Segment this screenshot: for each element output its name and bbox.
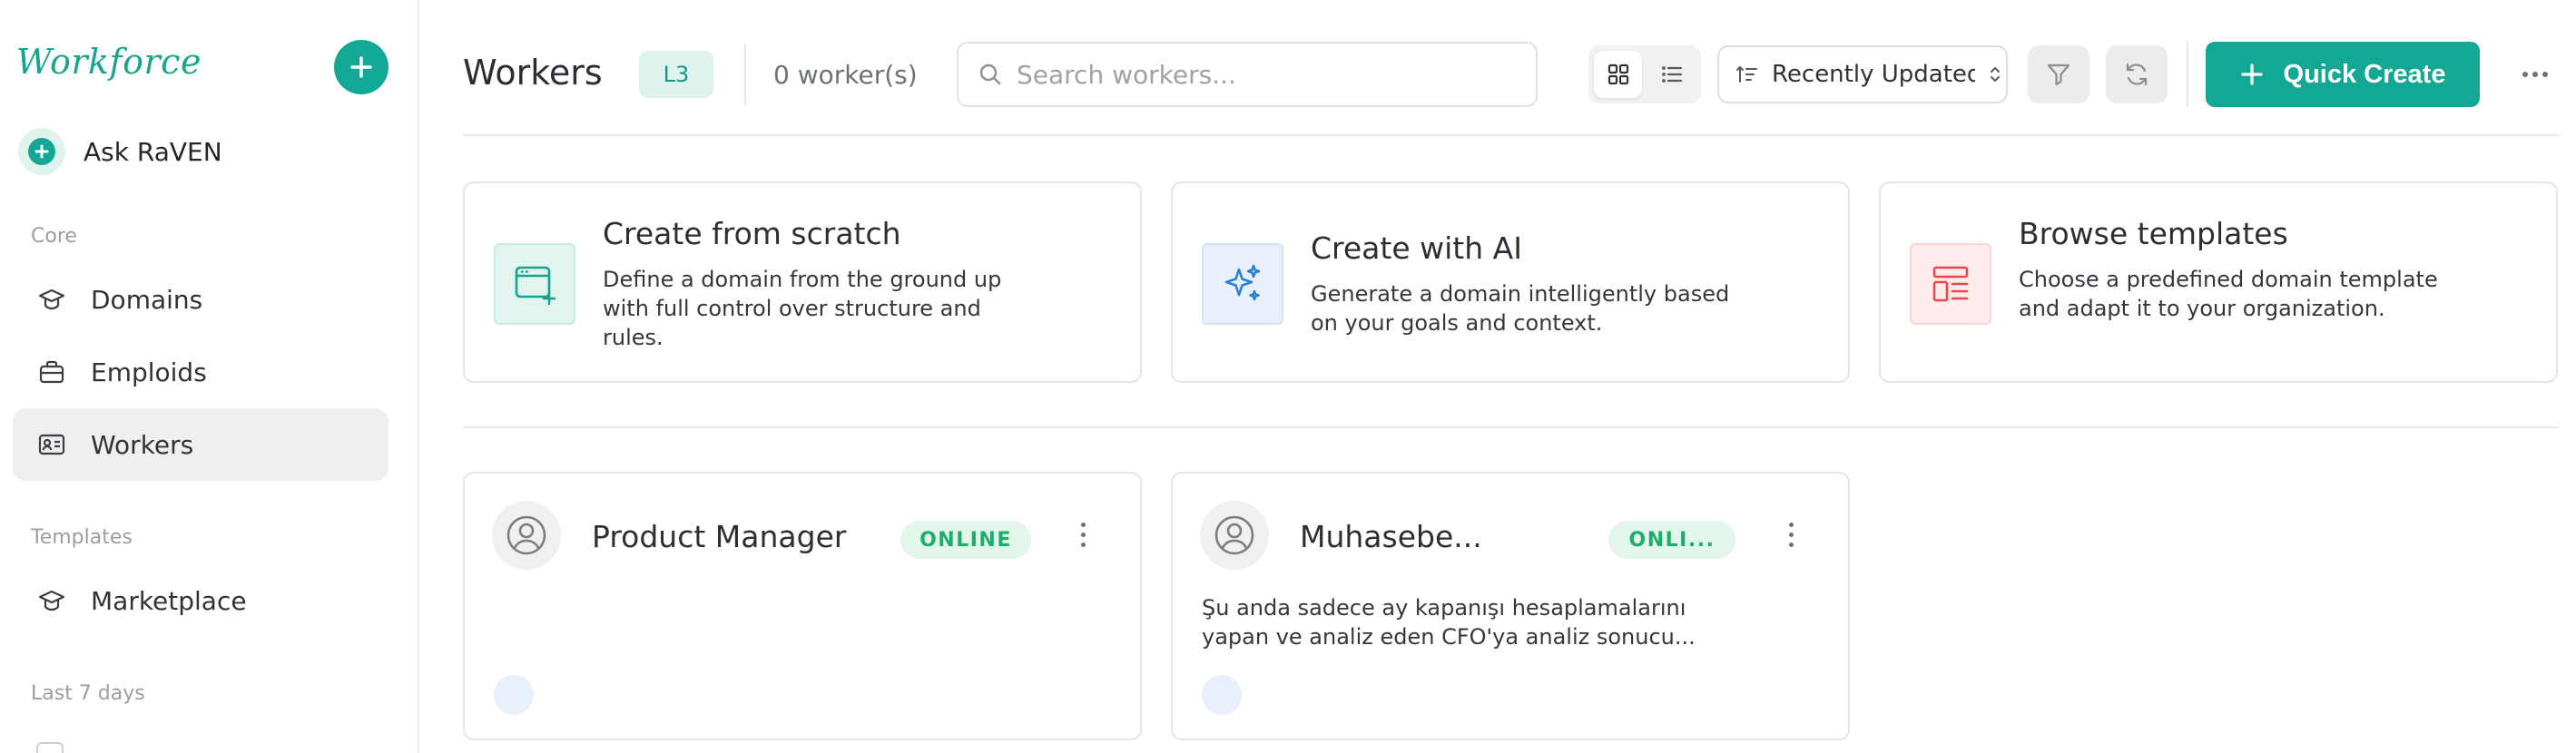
search-icon bbox=[979, 64, 1001, 85]
create-with-ai-card[interactable]: Create with AI Generate a domain intelli… bbox=[1171, 181, 1850, 383]
worker-name: Product Manager bbox=[592, 519, 847, 554]
card-description: Generate a domain intelligently based on… bbox=[1311, 281, 1730, 336]
card-description: Define a domain from the ground up with … bbox=[603, 267, 1002, 350]
card-title: Create from scratch bbox=[603, 216, 901, 251]
recent-item-icon bbox=[36, 742, 64, 753]
raven-icon bbox=[18, 128, 65, 175]
search-box[interactable] bbox=[957, 42, 1538, 107]
worker-name: Muhasebe... bbox=[1300, 519, 1482, 554]
section-core-label: Core bbox=[31, 225, 77, 248]
card-title: Create with AI bbox=[1311, 230, 1522, 266]
browse-templates-card[interactable]: Browse templates Choose a predefined dom… bbox=[1879, 181, 2558, 383]
search-input[interactable] bbox=[1017, 59, 1525, 90]
template-layout-icon bbox=[1910, 243, 1991, 325]
chevron-updown-icon bbox=[1991, 67, 2000, 82]
plus-icon bbox=[2240, 64, 2263, 85]
grid-view-button[interactable] bbox=[1594, 51, 1642, 98]
cap-icon bbox=[36, 284, 67, 315]
section-recent-label: Last 7 days bbox=[31, 682, 145, 705]
sort-label: Recently Updated bbox=[1772, 61, 1975, 88]
section-divider bbox=[463, 426, 2560, 428]
divider bbox=[2187, 42, 2188, 107]
card-description: Choose a predefined domain template and … bbox=[2019, 267, 2438, 321]
app-logo[interactable]: Workforce bbox=[16, 42, 202, 82]
sidebar-item-domains[interactable]: Domains bbox=[13, 263, 388, 336]
header: Workers L3 0 worker(s) Recently Updated … bbox=[419, 0, 2576, 136]
sort-icon bbox=[1736, 65, 1757, 83]
divider bbox=[744, 44, 746, 105]
worker-menu-button[interactable] bbox=[1777, 513, 1804, 555]
list-icon bbox=[1661, 66, 1682, 83]
worker-description: Şu anda sadece ay kapanışı hesaplamaları… bbox=[1202, 595, 1696, 650]
more-options-button[interactable] bbox=[2512, 54, 2558, 94]
quick-create-label: Quick Create bbox=[2283, 59, 2446, 89]
worker-tag-dot bbox=[494, 675, 534, 715]
more-horizontal-icon bbox=[2522, 72, 2548, 77]
list-view-button[interactable] bbox=[1647, 51, 1696, 98]
sidebar: Workforce Ask RaVEN Core Domains Emploid… bbox=[0, 0, 419, 753]
ask-raven-button[interactable]: Ask RaVEN bbox=[18, 127, 222, 176]
view-toggle bbox=[1588, 45, 1701, 103]
briefcase-icon bbox=[36, 357, 67, 387]
grid-icon bbox=[1608, 64, 1628, 85]
header-divider bbox=[463, 134, 2560, 136]
window-plus-icon bbox=[494, 243, 575, 325]
quick-create-button[interactable]: Quick Create bbox=[2206, 42, 2480, 107]
sidebar-item-emploids[interactable]: Emploids bbox=[13, 336, 388, 408]
sidebar-item-marketplace[interactable]: Marketplace bbox=[13, 564, 388, 637]
filter-button[interactable] bbox=[2028, 45, 2089, 103]
avatar bbox=[1200, 501, 1269, 570]
sidebar-item-label: Marketplace bbox=[91, 585, 247, 616]
plus-icon bbox=[350, 56, 372, 78]
cap-icon bbox=[36, 585, 67, 616]
sidebar-item-label: Domains bbox=[91, 284, 203, 315]
status-badge: ONLINE bbox=[900, 521, 1031, 559]
card-title: Browse templates bbox=[2019, 216, 2288, 251]
worker-card[interactable]: Product Manager ONLINE bbox=[463, 472, 1142, 740]
worker-tag-dot bbox=[1202, 675, 1242, 715]
sidebar-item-workers[interactable]: Workers bbox=[13, 408, 388, 481]
avatar bbox=[492, 501, 561, 570]
id-card-icon bbox=[36, 429, 67, 460]
create-from-scratch-card[interactable]: Create from scratch Define a domain from… bbox=[463, 181, 1142, 383]
sidebar-item-label: Emploids bbox=[91, 357, 207, 387]
refresh-icon bbox=[2126, 63, 2148, 86]
refresh-button[interactable] bbox=[2106, 45, 2168, 103]
worker-count: 0 worker(s) bbox=[773, 60, 918, 90]
worker-menu-button[interactable] bbox=[1069, 513, 1096, 555]
filter-icon bbox=[2047, 64, 2070, 86]
sidebar-item-label: Workers bbox=[91, 429, 194, 460]
status-badge: ONLI... bbox=[1608, 521, 1735, 559]
page-title: Workers bbox=[463, 53, 603, 93]
section-templates-label: Templates bbox=[31, 526, 133, 549]
worker-card[interactable]: Muhasebe... ONLI... Şu anda sadece ay ka… bbox=[1171, 472, 1850, 740]
user-circle-icon bbox=[506, 515, 546, 555]
user-circle-icon bbox=[1214, 515, 1254, 555]
sort-select[interactable]: Recently Updated bbox=[1717, 45, 2008, 103]
level-badge: L3 bbox=[639, 51, 713, 98]
ask-raven-label: Ask RaVEN bbox=[84, 136, 222, 167]
sparkles-icon bbox=[1202, 243, 1283, 325]
new-button[interactable] bbox=[334, 40, 388, 94]
